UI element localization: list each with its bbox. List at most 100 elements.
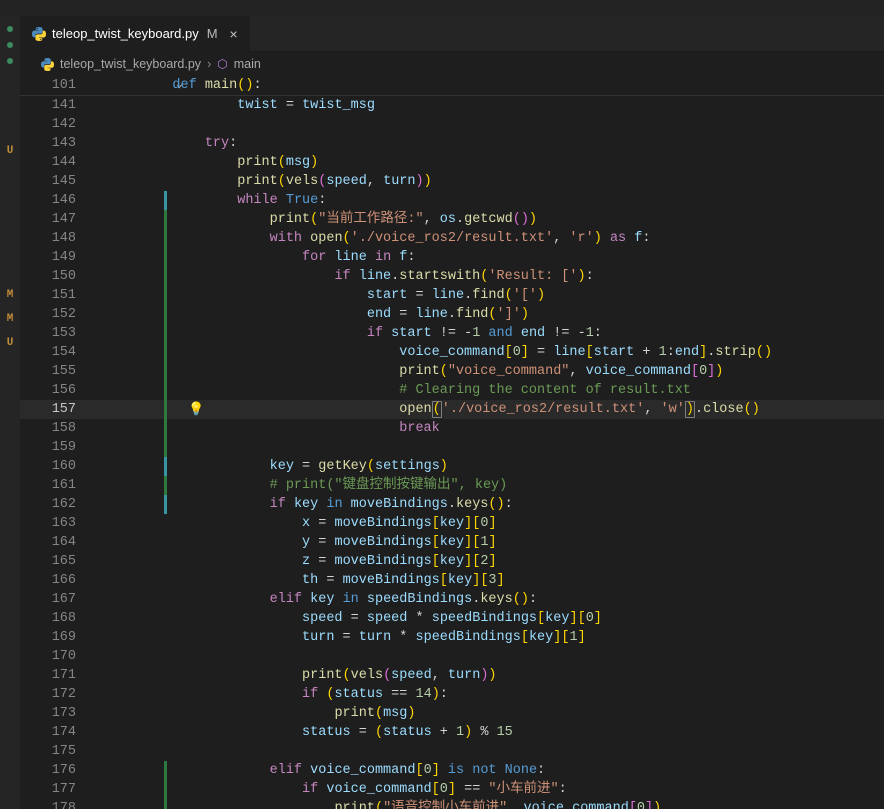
- line-number[interactable]: 101: [20, 76, 82, 95]
- code-editor[interactable]: 101⌄ def main():141 twist = twist_msg142…: [20, 76, 884, 809]
- line-number[interactable]: 160: [20, 457, 82, 476]
- code-content[interactable]: print(vels(speed, turn)): [140, 172, 432, 191]
- code-content[interactable]: elif voice_command[0] is not None:: [140, 761, 545, 780]
- code-line[interactable]: 143 try:: [20, 134, 884, 153]
- line-number[interactable]: 164: [20, 533, 82, 552]
- code-line[interactable]: 158 break: [20, 419, 884, 438]
- code-content[interactable]: status = (status + 1) % 15: [140, 723, 513, 742]
- line-number[interactable]: 170: [20, 647, 82, 666]
- code-line[interactable]: 166 th = moveBindings[key][3]: [20, 571, 884, 590]
- line-number[interactable]: 172: [20, 685, 82, 704]
- code-content[interactable]: print("voice_command", voice_command[0]): [140, 362, 723, 381]
- line-number[interactable]: 158: [20, 419, 82, 438]
- breadcrumb-file[interactable]: teleop_twist_keyboard.py: [60, 57, 201, 71]
- code-line[interactable]: 170: [20, 647, 884, 666]
- code-line[interactable]: 157💡 open('./voice_ros2/result.txt', 'w'…: [20, 400, 884, 419]
- code-line[interactable]: 167 elif key in speedBindings.keys():: [20, 590, 884, 609]
- line-number[interactable]: 148: [20, 229, 82, 248]
- line-number[interactable]: 173: [20, 704, 82, 723]
- line-number[interactable]: 176: [20, 761, 82, 780]
- code-content[interactable]: print(vels(speed, turn)): [140, 666, 497, 685]
- code-content[interactable]: print("当前工作路径:", os.getcwd()): [140, 210, 537, 229]
- code-content[interactable]: try:: [140, 134, 237, 153]
- code-content[interactable]: while True:: [140, 191, 326, 210]
- code-line[interactable]: 147 print("当前工作路径:", os.getcwd()): [20, 210, 884, 229]
- line-number[interactable]: 144: [20, 153, 82, 172]
- code-content[interactable]: break: [140, 419, 440, 438]
- code-content[interactable]: print(msg): [140, 704, 415, 723]
- code-content[interactable]: # Clearing the content of result.txt: [140, 381, 691, 400]
- code-content[interactable]: x = moveBindings[key][0]: [140, 514, 497, 533]
- line-number[interactable]: 162: [20, 495, 82, 514]
- code-line[interactable]: 164 y = moveBindings[key][1]: [20, 533, 884, 552]
- code-content[interactable]: if line.startswith('Result: ['):: [140, 267, 594, 286]
- code-content[interactable]: key = getKey(settings): [140, 457, 448, 476]
- code-line[interactable]: 174 status = (status + 1) % 15: [20, 723, 884, 742]
- code-line[interactable]: 150 if line.startswith('Result: ['):: [20, 267, 884, 286]
- code-content[interactable]: # print("键盘控制按键输出", key): [140, 476, 507, 495]
- code-line[interactable]: 172 if (status == 14):: [20, 685, 884, 704]
- sticky-scroll-line[interactable]: 101⌄ def main():: [20, 76, 884, 95]
- line-number[interactable]: 142: [20, 115, 82, 134]
- line-number[interactable]: 149: [20, 248, 82, 267]
- code-content[interactable]: end = line.find(']'): [140, 305, 529, 324]
- line-number[interactable]: 175: [20, 742, 82, 761]
- line-number[interactable]: 166: [20, 571, 82, 590]
- code-line[interactable]: 141 twist = twist_msg: [20, 96, 884, 115]
- line-number[interactable]: 171: [20, 666, 82, 685]
- code-content[interactable]: speed = speed * speedBindings[key][0]: [140, 609, 602, 628]
- breadcrumb[interactable]: teleop_twist_keyboard.py › ⬡ main: [20, 52, 884, 76]
- code-line[interactable]: 146 while True:: [20, 191, 884, 210]
- code-content[interactable]: if voice_command[0] == "小车前进":: [140, 780, 567, 799]
- tab-bar[interactable]: teleop_twist_keyboard.py M ×: [20, 16, 884, 52]
- code-content[interactable]: start = line.find('['): [140, 286, 545, 305]
- line-number[interactable]: 143: [20, 134, 82, 153]
- code-content[interactable]: with open('./voice_ros2/result.txt', 'r'…: [140, 229, 650, 248]
- code-line[interactable]: 153 if start != -1 and end != -1:: [20, 324, 884, 343]
- line-number[interactable]: 146: [20, 191, 82, 210]
- line-number[interactable]: 155: [20, 362, 82, 381]
- line-number[interactable]: 154: [20, 343, 82, 362]
- code-content[interactable]: open('./voice_ros2/result.txt', 'w').clo…: [140, 400, 760, 419]
- code-line[interactable]: 156 # Clearing the content of result.txt: [20, 381, 884, 400]
- code-line[interactable]: 152 end = line.find(']'): [20, 305, 884, 324]
- code-line[interactable]: 165 z = moveBindings[key][2]: [20, 552, 884, 571]
- line-number[interactable]: 150: [20, 267, 82, 286]
- code-line[interactable]: 176 elif voice_command[0] is not None:: [20, 761, 884, 780]
- code-line[interactable]: 154 voice_command[0] = line[start + 1:en…: [20, 343, 884, 362]
- code-content[interactable]: y = moveBindings[key][1]: [140, 533, 497, 552]
- code-line[interactable]: 149 for line in f:: [20, 248, 884, 267]
- line-number[interactable]: 178: [20, 799, 82, 809]
- code-content[interactable]: turn = turn * speedBindings[key][1]: [140, 628, 586, 647]
- code-content[interactable]: if start != -1 and end != -1:: [140, 324, 602, 343]
- line-number[interactable]: 161: [20, 476, 82, 495]
- code-line[interactable]: 178 print("语音控制小车前进", voice_command[0]): [20, 799, 884, 809]
- code-line[interactable]: 151 start = line.find('['): [20, 286, 884, 305]
- code-line[interactable]: 173 print(msg): [20, 704, 884, 723]
- code-line[interactable]: 160 key = getKey(settings): [20, 457, 884, 476]
- breadcrumb-symbol[interactable]: main: [234, 57, 261, 71]
- code-line[interactable]: 142: [20, 115, 884, 134]
- code-line[interactable]: 148 with open('./voice_ros2/result.txt',…: [20, 229, 884, 248]
- code-content[interactable]: z = moveBindings[key][2]: [140, 552, 497, 571]
- code-content[interactable]: if key in moveBindings.keys():: [140, 495, 513, 514]
- code-line[interactable]: 177 if voice_command[0] == "小车前进":: [20, 780, 884, 799]
- code-line[interactable]: 168 speed = speed * speedBindings[key][0…: [20, 609, 884, 628]
- line-number[interactable]: 177: [20, 780, 82, 799]
- line-number[interactable]: 147: [20, 210, 82, 229]
- sticky-scroll[interactable]: 101⌄ def main():: [20, 76, 884, 96]
- tab-active[interactable]: teleop_twist_keyboard.py M ×: [20, 16, 251, 51]
- line-number[interactable]: 165: [20, 552, 82, 571]
- code-line[interactable]: 145 print(vels(speed, turn)): [20, 172, 884, 191]
- tab-close-icon[interactable]: ×: [230, 26, 238, 42]
- line-number[interactable]: 156: [20, 381, 82, 400]
- line-number[interactable]: 141: [20, 96, 82, 115]
- code-content[interactable]: th = moveBindings[key][3]: [140, 571, 505, 590]
- line-number[interactable]: 159: [20, 438, 82, 457]
- code-content[interactable]: for line in f:: [140, 248, 416, 267]
- line-number[interactable]: 174: [20, 723, 82, 742]
- code-line[interactable]: 163 x = moveBindings[key][0]: [20, 514, 884, 533]
- line-number[interactable]: 169: [20, 628, 82, 647]
- line-number[interactable]: 145: [20, 172, 82, 191]
- code-content[interactable]: twist = twist_msg: [140, 96, 375, 115]
